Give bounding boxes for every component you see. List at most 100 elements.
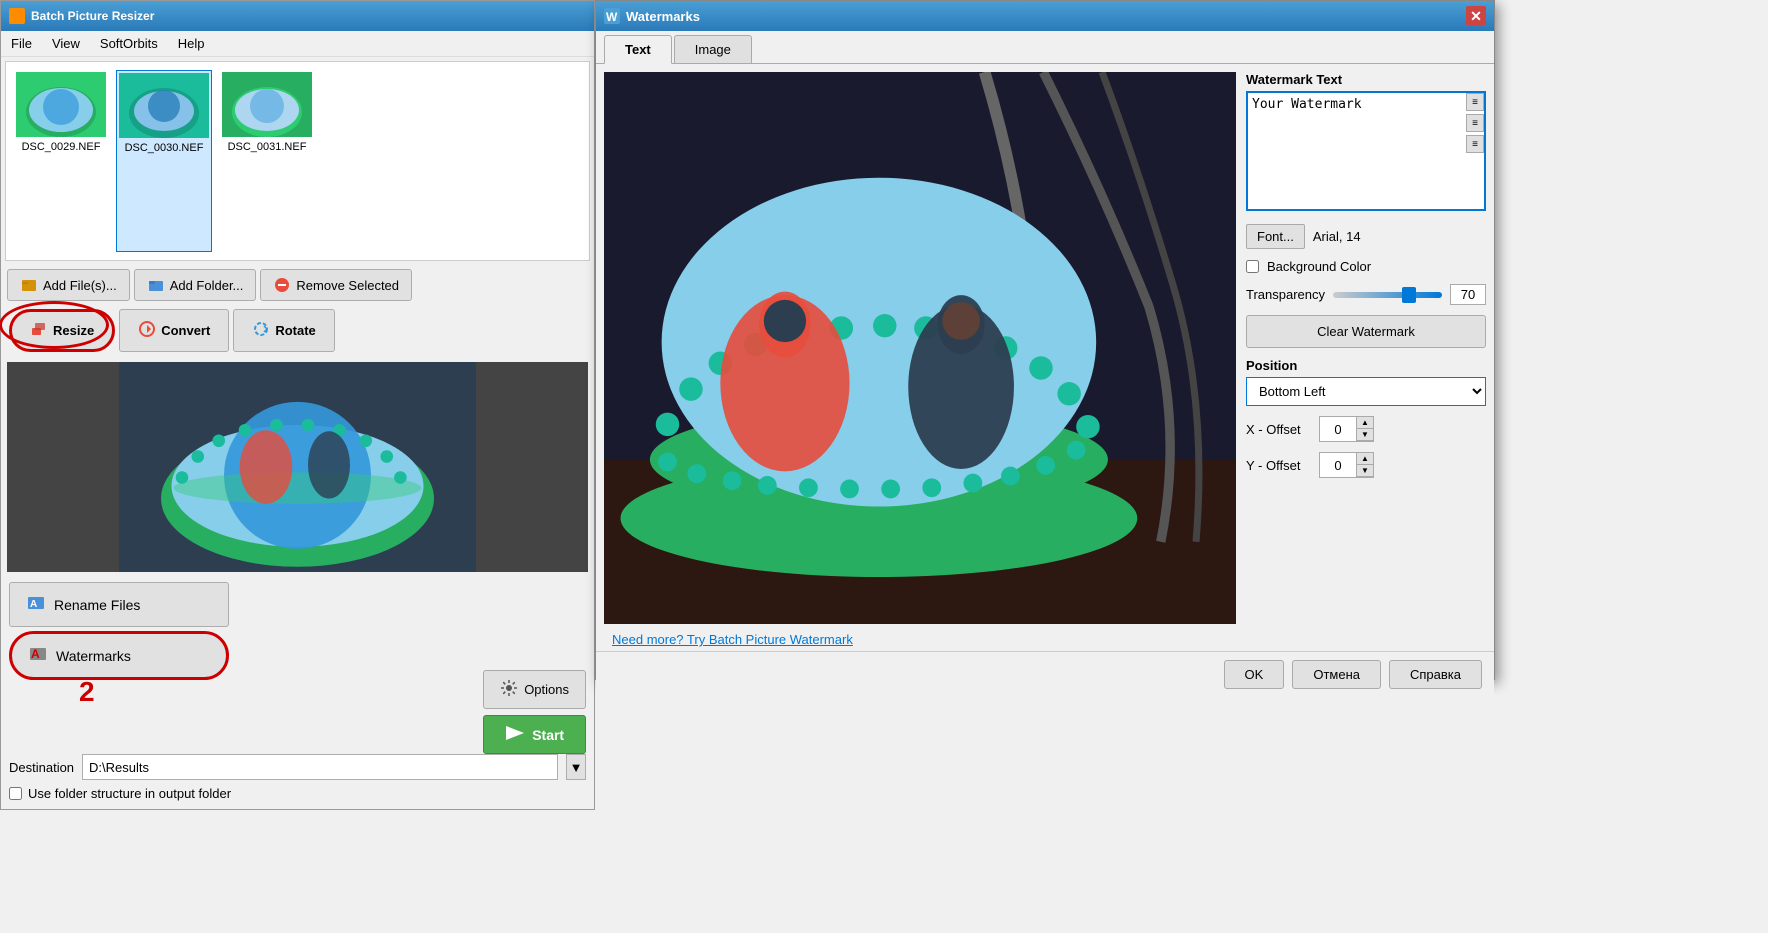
bottom-right-actions: Options Start	[483, 670, 586, 754]
remove-selected-icon	[273, 276, 291, 294]
menu-file[interactable]: File	[7, 34, 36, 53]
y-offset-row: Y - Offset ▲ ▼	[1246, 452, 1486, 478]
preview-svg	[7, 362, 588, 572]
watermark-text-label: Watermark Text	[1246, 72, 1486, 87]
thumb-image-1	[16, 72, 106, 137]
y-offset-label: Y - Offset	[1246, 458, 1311, 473]
use-folder-structure-checkbox[interactable]	[9, 787, 22, 800]
watermark-text-section: Watermark Text Your Watermark ≡ ≡ ≡	[1246, 72, 1486, 214]
menu-help[interactable]: Help	[174, 34, 209, 53]
menu-softorbits[interactable]: SoftOrbits	[96, 34, 162, 53]
y-offset-input[interactable]	[1320, 453, 1356, 477]
align-center-icon[interactable]: ≡	[1466, 114, 1484, 132]
dialog-tab-image[interactable]: Image	[674, 35, 752, 63]
x-offset-row: X - Offset ▲ ▼	[1246, 416, 1486, 442]
thumb-item-2[interactable]: DSC_0030.NEF	[116, 70, 212, 252]
remove-selected-button[interactable]: Remove Selected	[260, 269, 412, 301]
bg-color-label: Background Color	[1267, 259, 1371, 274]
rotate-label: Rotate	[275, 323, 315, 338]
x-offset-down[interactable]: ▼	[1357, 429, 1373, 441]
batch-watermark-link[interactable]: Need more? Try Batch Picture Watermark	[604, 626, 861, 653]
thumb-label-2: DSC_0030.NEF	[125, 142, 204, 154]
position-select[interactable]: Bottom Left Top Left Top Center Top Righ…	[1246, 377, 1486, 406]
thumb-label-1: DSC_0029.NEF	[22, 141, 101, 153]
watermark-text-input[interactable]: Your Watermark	[1246, 91, 1486, 211]
app-titlebar: Batch Picture Resizer	[1, 1, 594, 31]
options-gear-icon	[500, 679, 518, 700]
slider-thumb[interactable]	[1402, 287, 1416, 303]
thumb-svg-2	[119, 73, 209, 138]
app-icon	[9, 8, 25, 24]
dialog-close-button[interactable]: ✕	[1466, 6, 1486, 26]
dialog-titlebar: W Watermarks ✕	[596, 1, 1494, 31]
font-info: Arial, 14	[1313, 229, 1361, 244]
watermark-icon: A	[28, 644, 48, 667]
menubar: File View SoftOrbits Help	[1, 31, 594, 57]
add-folder-icon	[147, 276, 165, 294]
main-app-window: Batch Picture Resizer File View SoftOrbi…	[0, 0, 595, 810]
app-title: Batch Picture Resizer	[31, 9, 154, 23]
transparency-value-input[interactable]	[1450, 284, 1486, 305]
start-button[interactable]: Start	[483, 715, 586, 754]
add-folder-button[interactable]: Add Folder...	[134, 269, 257, 301]
destination-dropdown[interactable]: ▼	[566, 754, 586, 780]
bottom-bar: Destination ▼ Use folder structure in ou…	[1, 746, 594, 809]
bg-color-row: Background Color	[1246, 259, 1486, 274]
clear-watermark-button[interactable]: Clear Watermark	[1246, 315, 1486, 348]
y-offset-up[interactable]: ▲	[1357, 453, 1373, 465]
y-offset-down[interactable]: ▼	[1357, 465, 1373, 477]
thumb-item-1[interactable]: DSC_0029.NEF	[14, 70, 108, 252]
svg-text:A: A	[31, 647, 40, 661]
add-folder-label: Add Folder...	[170, 278, 244, 293]
add-files-label: Add File(s)...	[43, 278, 117, 293]
font-button[interactable]: Font...	[1246, 224, 1305, 249]
remove-selected-label: Remove Selected	[296, 278, 399, 293]
thumb-svg-1	[16, 72, 106, 137]
help-button[interactable]: Справка	[1389, 660, 1482, 689]
y-offset-wrap: ▲ ▼	[1319, 452, 1374, 478]
watermarks-dialog: W Watermarks ✕ Text Image	[595, 0, 1495, 680]
align-left-icon[interactable]: ≡	[1466, 93, 1484, 111]
dialog-title: Watermarks	[626, 9, 700, 24]
position-section: Position Bottom Left Top Left Top Center…	[1246, 358, 1486, 406]
svg-text:W: W	[606, 10, 618, 24]
convert-label: Convert	[161, 323, 210, 338]
transparency-slider[interactable]	[1333, 292, 1442, 298]
dialog-preview-svg	[604, 72, 1236, 624]
watermarks-button[interactable]: A Watermarks	[9, 631, 229, 680]
rename-files-button[interactable]: A Rename Files	[9, 582, 229, 627]
convert-icon	[138, 320, 156, 341]
menu-view[interactable]: View	[48, 34, 84, 53]
x-offset-spinners: ▲ ▼	[1356, 417, 1373, 441]
options-button[interactable]: Options	[483, 670, 586, 709]
right-panel: Watermark Text Your Watermark ≡ ≡ ≡ Font…	[1246, 72, 1486, 624]
thumb-svg-3	[222, 72, 312, 137]
destination-input[interactable]	[82, 754, 558, 780]
thumb-item-3[interactable]: DSC_0031.NEF	[220, 70, 314, 252]
y-offset-spinners: ▲ ▼	[1356, 453, 1373, 477]
align-right-icon[interactable]: ≡	[1466, 135, 1484, 153]
bg-color-checkbox[interactable]	[1246, 260, 1259, 273]
tab-rotate[interactable]: Rotate	[233, 309, 334, 352]
x-offset-input[interactable]	[1320, 417, 1356, 441]
dialog-tab-text[interactable]: Text	[604, 35, 672, 64]
dialog-tabs: Text Image	[596, 31, 1494, 64]
x-offset-up[interactable]: ▲	[1357, 417, 1373, 429]
main-preview	[7, 362, 588, 572]
ok-button[interactable]: OK	[1224, 660, 1285, 689]
rotate-icon	[252, 320, 270, 341]
font-row: Font... Arial, 14	[1246, 224, 1486, 249]
link-row: Need more? Try Batch Picture Watermark	[596, 632, 1494, 651]
rename-label: Rename Files	[54, 597, 140, 613]
start-label: Start	[532, 727, 564, 743]
dialog-preview-panel	[604, 72, 1236, 624]
dialog-body: Watermark Text Your Watermark ≡ ≡ ≡ Font…	[596, 64, 1494, 632]
options-label: Options	[524, 682, 569, 697]
toolbar-row: Add File(s)... Add Folder... Remove Sele…	[1, 265, 594, 305]
tab-resize[interactable]: Resize	[9, 309, 115, 352]
add-files-button[interactable]: Add File(s)...	[7, 269, 130, 301]
dialog-footer: OK Отмена Справка	[596, 651, 1494, 697]
resize-label: Resize	[53, 323, 94, 338]
cancel-button[interactable]: Отмена	[1292, 660, 1381, 689]
tab-convert[interactable]: Convert	[119, 309, 229, 352]
